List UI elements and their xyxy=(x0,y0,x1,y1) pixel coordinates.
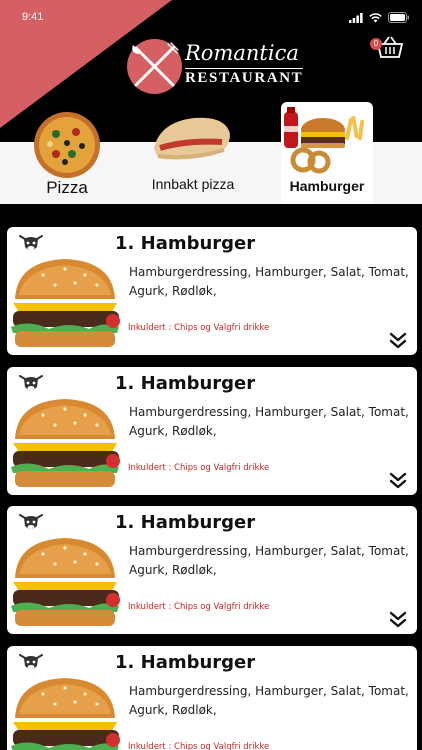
brand-name: Romantica xyxy=(185,41,299,65)
chevron-double-down-icon[interactable] xyxy=(389,331,407,349)
item-included: Inkuldert : Chips og Valgfri drikke xyxy=(128,742,270,750)
tab-innbakt-pizza[interactable]: Innbakt pizza xyxy=(138,112,248,204)
menu-item-card[interactable]: 1. Hamburger Hamburgerdressing, Hamburge… xyxy=(7,367,417,495)
battery-icon xyxy=(388,12,409,23)
pizza-icon xyxy=(34,112,100,178)
beef-icon xyxy=(19,654,43,669)
burger-image xyxy=(11,538,120,626)
menu-item-card[interactable]: 1. Hamburger Hamburgerdressing, Hamburge… xyxy=(7,506,417,634)
tab-label: Innbakt pizza xyxy=(151,176,235,192)
tab-label: Pizza xyxy=(46,178,88,197)
burger-image xyxy=(11,259,120,347)
status-bar: 9:41 xyxy=(0,0,422,36)
burger-image xyxy=(11,399,120,487)
restaurant-logo[interactable]: Romantica RESTAURANT xyxy=(127,36,307,100)
beef-icon xyxy=(19,375,43,390)
wifi-icon xyxy=(369,12,382,22)
cart-count-badge: 0 xyxy=(370,38,382,50)
cart-button[interactable]: 0 xyxy=(370,34,404,60)
item-included: Inkuldert : Chips og Valgfri drikke xyxy=(128,463,270,473)
status-time: 9:41 xyxy=(22,11,44,23)
item-included: Inkuldert : Chips og Valgfri drikke xyxy=(128,602,270,612)
beef-icon xyxy=(19,514,43,529)
beef-icon xyxy=(19,235,43,250)
item-title: 1. Hamburger xyxy=(115,652,256,673)
calzone-icon xyxy=(154,117,230,160)
burger-image xyxy=(11,678,120,750)
item-title: 1. Hamburger xyxy=(115,233,256,254)
chevron-double-down-icon[interactable] xyxy=(389,471,407,489)
tab-pizza[interactable]: Pizza xyxy=(22,112,112,204)
fork-knife-icon xyxy=(132,42,179,87)
brand-subtitle: RESTAURANT xyxy=(185,68,304,86)
item-title: 1. Hamburger xyxy=(115,512,256,533)
item-description: Hamburgerdressing, Hamburger, Salat, Tom… xyxy=(129,544,409,577)
logo-badge xyxy=(127,39,182,94)
menu-item-card[interactable]: 1. Hamburger Hamburgerdressing, Hamburge… xyxy=(7,646,417,750)
item-description: Hamburgerdressing, Hamburger, Salat, Tom… xyxy=(129,684,409,717)
item-description: Hamburgerdressing, Hamburger, Salat, Tom… xyxy=(129,405,409,438)
chevron-double-down-icon[interactable] xyxy=(389,610,407,628)
signal-icon xyxy=(349,12,363,23)
item-description: Hamburgerdressing, Hamburger, Salat, Tom… xyxy=(129,265,409,298)
status-icons xyxy=(349,12,410,23)
tab-hamburger[interactable]: Hamburger xyxy=(281,102,373,214)
menu-list: 1. Hamburger Hamburgerdressing, Hamburge… xyxy=(0,204,422,750)
item-included: Inkuldert : Chips og Valgfri drikke xyxy=(128,323,270,333)
category-tabs: Pizza Innbakt pizza Hamburger xyxy=(0,102,422,214)
tab-label: Hamburger xyxy=(289,178,365,194)
menu-item-card[interactable]: 1. Hamburger Hamburgerdressing, Hamburge… xyxy=(7,227,417,355)
burger-meal-icon xyxy=(284,107,365,174)
item-title: 1. Hamburger xyxy=(115,373,256,394)
